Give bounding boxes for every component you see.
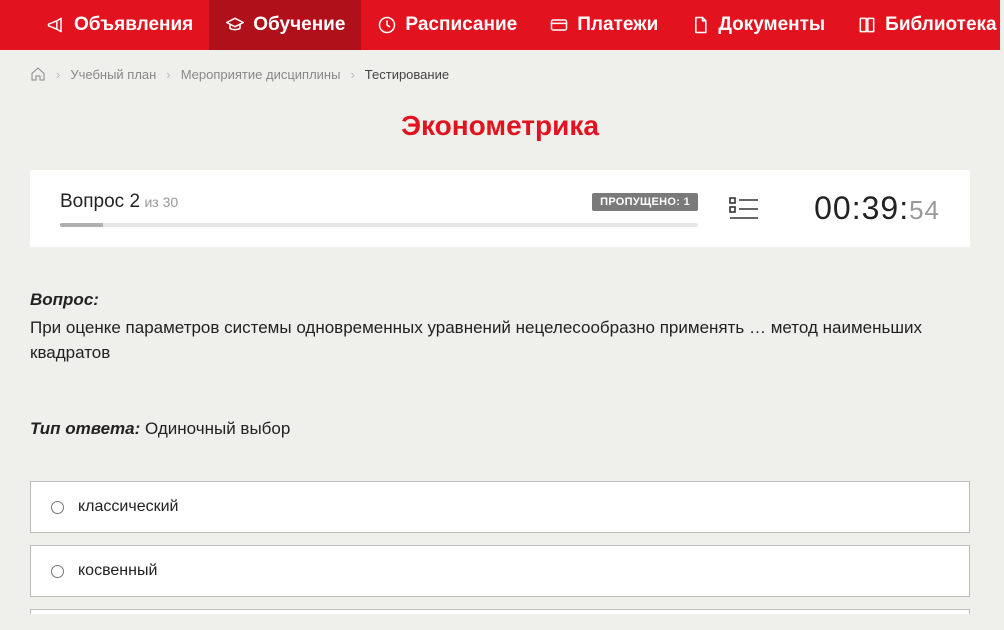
question-number: Вопрос 2 — [60, 191, 140, 212]
clock-icon — [377, 15, 397, 35]
skipped-badge: ПРОПУЩЕНО: 1 — [592, 193, 698, 211]
answer-option[interactable] — [30, 609, 970, 614]
question-total: из 30 — [144, 194, 178, 210]
nav-learning[interactable]: Обучение — [209, 0, 361, 50]
answer-radio[interactable] — [51, 501, 64, 514]
answers-list: классический косвенный — [30, 481, 970, 614]
page-title: Эконометрика — [0, 110, 1000, 142]
answer-type-label: Тип ответа: — [30, 419, 140, 438]
progress-fill — [60, 223, 103, 227]
answer-option[interactable]: косвенный — [30, 545, 970, 597]
nav-label: Расписание — [405, 14, 517, 36]
question-text: При оценке параметров системы одновремен… — [30, 315, 970, 366]
breadcrumb-link-plan[interactable]: Учебный план — [70, 67, 156, 82]
nav-documents[interactable]: Документы — [674, 0, 841, 50]
breadcrumb-current: Тестирование — [365, 67, 449, 82]
nav-announcements[interactable]: Объявления — [30, 0, 209, 50]
timer: 00:39:54 — [790, 190, 940, 227]
nav-payments[interactable]: Платежи — [533, 0, 674, 50]
nav-label: Библиотека — [885, 14, 996, 36]
nav-label: Платежи — [577, 14, 658, 36]
timer-seconds: 54 — [909, 195, 940, 225]
chevron-right-icon: › — [56, 67, 60, 82]
payment-icon — [549, 15, 569, 35]
top-nav: Объявления Обучение Расписание Платежи Д… — [0, 0, 1000, 50]
chevron-right-icon: › — [166, 67, 170, 82]
question-list-icon[interactable] — [728, 195, 760, 223]
question-label: Вопрос: — [30, 290, 99, 309]
megaphone-icon — [46, 15, 66, 35]
chevron-right-icon: › — [350, 67, 354, 82]
answer-text: классический — [78, 498, 178, 516]
graduation-icon — [225, 15, 245, 35]
answer-option[interactable]: классический — [30, 481, 970, 533]
status-card: Вопрос 2 из 30 ПРОПУЩЕНО: 1 00:39:54 — [30, 170, 970, 247]
nav-schedule[interactable]: Расписание — [361, 0, 533, 50]
home-icon[interactable] — [30, 66, 46, 82]
nav-library[interactable]: Библиотека ⌄ — [841, 0, 1004, 50]
nav-label: Обучение — [253, 14, 345, 36]
question-body: Вопрос: При оценке параметров системы од… — [30, 287, 970, 441]
nav-label: Документы — [718, 14, 825, 36]
breadcrumb: › Учебный план › Мероприятие дисциплины … — [0, 50, 1000, 82]
document-icon — [690, 15, 710, 35]
answer-radio[interactable] — [51, 565, 64, 578]
timer-main: 00:39: — [814, 190, 909, 226]
nav-label: Объявления — [74, 14, 193, 36]
progress-bar — [60, 223, 698, 227]
breadcrumb-link-event[interactable]: Мероприятие дисциплины — [181, 67, 341, 82]
answer-type-value: Одиночный выбор — [145, 419, 290, 438]
answer-text: косвенный — [78, 562, 157, 580]
book-icon — [857, 15, 877, 35]
